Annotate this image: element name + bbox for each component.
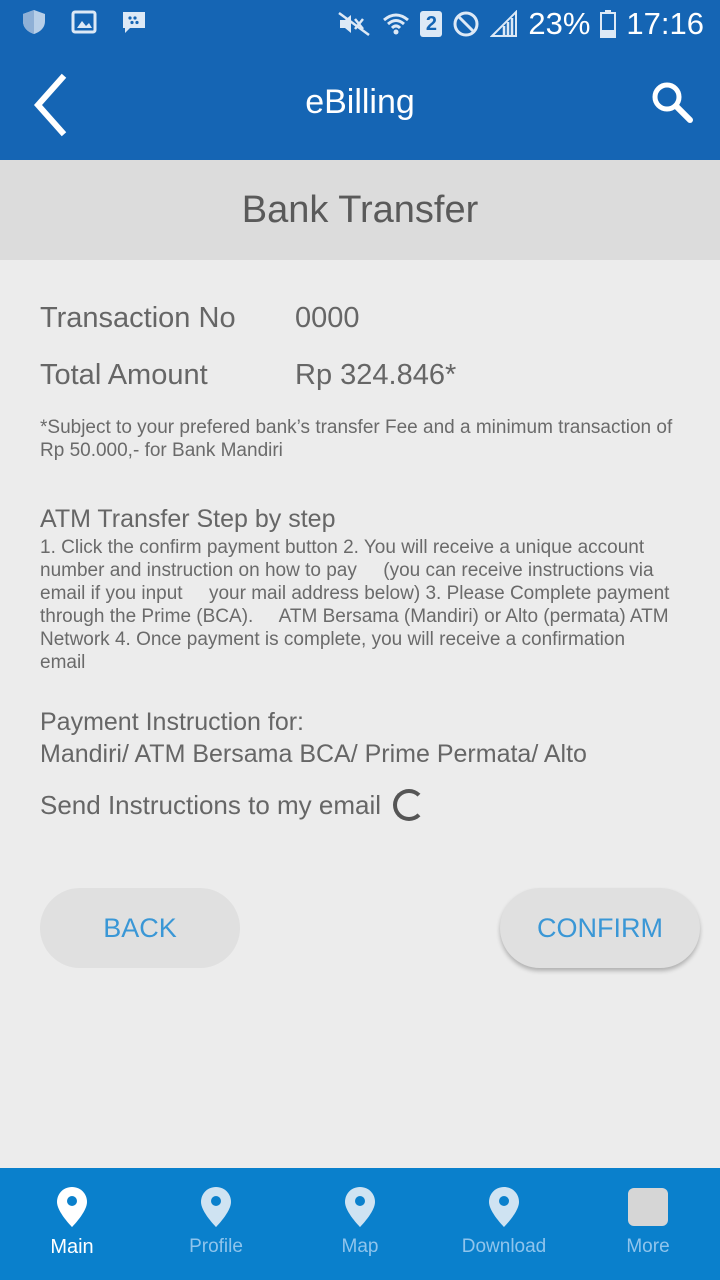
email-radio[interactable] [393, 789, 426, 821]
nav-item-download[interactable]: Download [432, 1168, 576, 1280]
battery-percent: 23% [528, 6, 591, 41]
bbm-icon [123, 12, 145, 33]
nav-item-main[interactable]: Main [0, 1168, 144, 1280]
bottom-nav: Main Profile Map Download More [0, 1168, 720, 1280]
status-bar: 2 23% 17:16 [0, 0, 720, 50]
nav-item-map[interactable]: Map [288, 1168, 432, 1280]
location-pin-icon [345, 1187, 375, 1227]
nav-label-main: Main [50, 1236, 94, 1258]
steps-title: ATM Transfer Step by step [40, 505, 336, 533]
app-title: eBilling [305, 83, 415, 121]
nav-label-profile: Profile [189, 1236, 243, 1257]
signal-icon [490, 10, 518, 37]
confirm-button[interactable]: CONFIRM [500, 888, 700, 968]
shield-icon [23, 10, 45, 34]
fee-note: *Subject to your prefered bank’s transfe… [40, 417, 673, 461]
location-pin-icon [201, 1187, 231, 1227]
instruction-title: Payment Instruction for: [40, 708, 305, 736]
back-button[interactable]: BACK [40, 888, 240, 968]
wifi-icon [383, 13, 410, 35]
app-bar: eBilling [0, 50, 720, 160]
battery-icon [600, 10, 617, 38]
search-icon[interactable] [650, 80, 694, 124]
email-option-label: Send Instructions to my email [40, 789, 382, 820]
amount-value: Rp 324.846* [295, 359, 457, 391]
location-pin-icon [57, 1187, 87, 1227]
amount-label: Total Amount [40, 359, 208, 391]
nav-label-download: Download [461, 1236, 547, 1257]
email-option[interactable]: Send Instructions to my email [40, 789, 426, 821]
gallery-icon [71, 10, 97, 34]
page-title: Bank Transfer [0, 160, 720, 260]
steps-text: 1. Click the confirm payment button 2. Y… [40, 537, 675, 673]
do-not-disturb-icon [453, 11, 479, 37]
nav-item-more[interactable]: More [576, 1168, 720, 1280]
sim-badge: 2 [420, 11, 443, 37]
clock: 17:16 [626, 6, 704, 41]
nav-label-map: Map [341, 1236, 379, 1257]
nav-item-profile[interactable]: Profile [144, 1168, 288, 1280]
instruction-banks: Mandiri/ ATM Bersama BCA/ Prime Permata/… [40, 740, 587, 768]
transaction-label: Transaction No [40, 302, 236, 334]
more-box-icon [628, 1188, 668, 1226]
location-pin-icon [489, 1187, 519, 1227]
nav-label-more: More [626, 1236, 670, 1257]
transaction-value: 0000 [295, 302, 360, 334]
mute-icon [338, 11, 371, 37]
